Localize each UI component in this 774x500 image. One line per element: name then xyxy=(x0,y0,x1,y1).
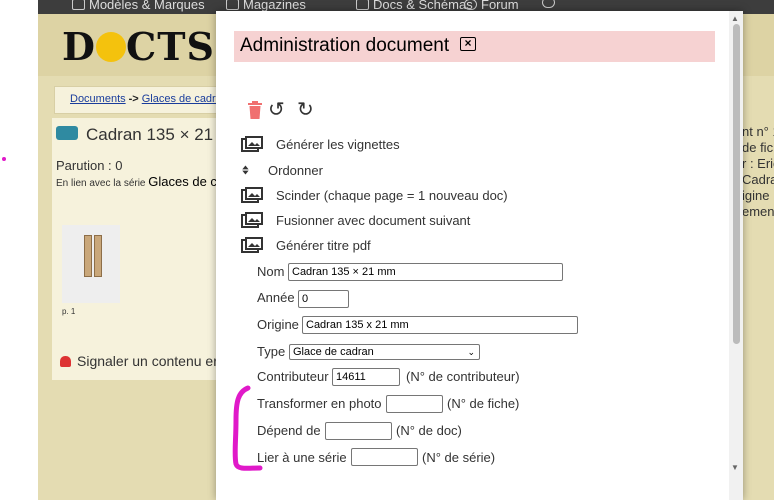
depend-input[interactable] xyxy=(325,422,392,440)
info-line: Cadra xyxy=(742,172,774,187)
tag-icon xyxy=(56,126,78,140)
camera-icon xyxy=(542,0,555,8)
origine-input[interactable] xyxy=(302,316,578,334)
nom-input[interactable] xyxy=(288,263,563,281)
annotation-dot xyxy=(2,157,6,161)
generate-thumbnails-button[interactable]: Générer les vignettes xyxy=(241,136,400,152)
serie-hint: (N° de série) xyxy=(422,450,496,465)
split-button[interactable]: Scinder (chaque page = 1 nouveau doc) xyxy=(241,187,508,203)
modal-title: Administration document xyxy=(240,35,450,56)
trash-icon[interactable] xyxy=(247,100,263,120)
breadcrumb-documents-link[interactable]: Documents xyxy=(70,93,126,105)
thumbnail-strap xyxy=(84,235,92,277)
smiley-icon xyxy=(95,31,126,62)
scroll-up-arrow-icon[interactable]: ▲ xyxy=(731,14,739,23)
serie-input[interactable] xyxy=(351,448,418,466)
photo-hint: (N° de fiche) xyxy=(447,396,520,411)
annee-input[interactable] xyxy=(298,290,349,308)
breadcrumb-separator: -> xyxy=(128,93,139,105)
chevron-down-icon: ⌄ xyxy=(467,347,475,357)
forum-icon xyxy=(464,0,477,10)
merge-button[interactable]: Fusionner avec document suivant xyxy=(241,212,470,228)
bell-icon xyxy=(60,355,71,367)
depend-label: Dépend de xyxy=(257,423,321,438)
thumbnail-strap xyxy=(94,235,102,277)
order-button[interactable]: Ordonner xyxy=(241,162,323,178)
document-info-panel: nt n° 1 de fich r : Eric Cadra igine : e… xyxy=(742,124,774,220)
origine-label: Origine xyxy=(257,317,299,332)
scroll-down-arrow-icon[interactable]: ▼ xyxy=(731,463,739,472)
nom-label: Nom xyxy=(257,264,285,279)
type-select[interactable]: Glace de cadran ⌄ xyxy=(289,344,480,360)
photo-label: Transformer en photo xyxy=(257,396,382,411)
image-stack-icon xyxy=(241,187,263,203)
sort-icon xyxy=(242,165,249,175)
image-stack-icon xyxy=(241,136,263,152)
nav-item-models[interactable]: Modèles & Marques xyxy=(72,0,205,12)
magazine-icon xyxy=(226,0,239,10)
docs-icon xyxy=(356,0,369,10)
depend-hint: (N° de doc) xyxy=(396,423,462,438)
info-line: de fich xyxy=(742,140,774,155)
info-line: ement xyxy=(742,204,774,219)
type-label: Type xyxy=(257,344,286,359)
close-icon[interactable]: × xyxy=(460,37,476,51)
catalog-icon xyxy=(72,0,85,10)
annee-label: Année xyxy=(257,290,295,305)
page-thumbnail[interactable] xyxy=(62,225,120,303)
rotate-left-icon[interactable]: ↺ xyxy=(268,97,285,122)
image-stack-icon xyxy=(241,237,263,253)
parution-text: Parution : 0 xyxy=(56,158,123,173)
info-line: nt n° 1 xyxy=(742,124,774,139)
serie-label: Lier à une série xyxy=(257,450,347,465)
nav-item-extra[interactable] xyxy=(542,0,555,8)
page-label: p. 1 xyxy=(62,307,76,316)
rotate-right-icon[interactable]: ↻ xyxy=(297,97,314,122)
contributeur-label: Contributeur xyxy=(257,369,329,384)
image-stack-icon xyxy=(241,212,263,228)
info-line: igine : xyxy=(742,188,774,203)
contributeur-hint: (N° de contributeur) xyxy=(406,369,520,384)
contributeur-input[interactable] xyxy=(332,368,400,386)
annotation-bracket xyxy=(232,385,263,471)
info-line: r : Eric xyxy=(742,156,774,171)
scrollbar-thumb[interactable] xyxy=(733,24,740,344)
generate-pdf-title-button[interactable]: Générer titre pdf xyxy=(241,237,371,253)
breadcrumb: Documents -> Glaces de cadran xyxy=(70,93,228,105)
photo-input[interactable] xyxy=(386,395,443,413)
